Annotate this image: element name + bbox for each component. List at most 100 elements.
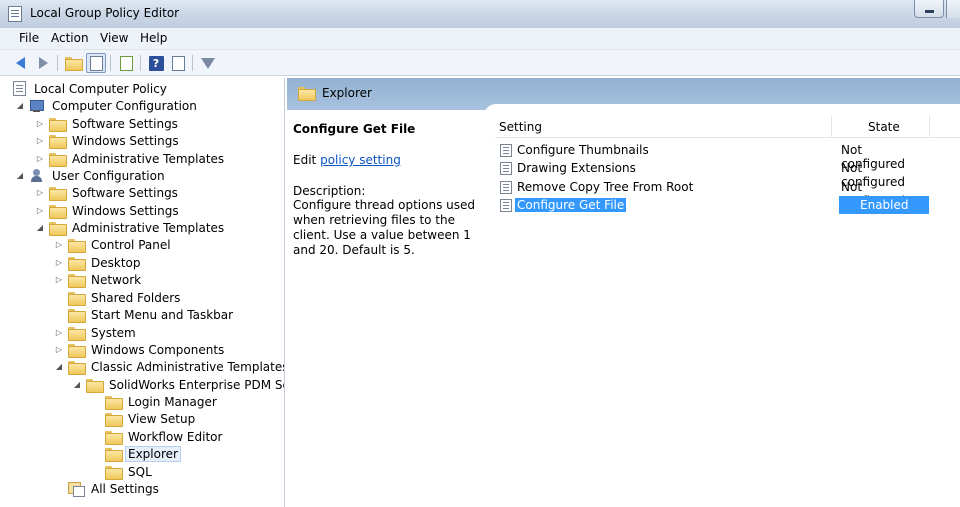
edit-line: Edit policy setting: [293, 153, 487, 167]
forward-icon[interactable]: [33, 53, 53, 73]
expand-arrow-icon[interactable]: ▷: [54, 240, 64, 249]
tree-item-label: Network: [91, 272, 142, 287]
folder-icon: [105, 430, 123, 445]
maximize-button[interactable]: [946, 0, 960, 18]
setting-icon: [500, 180, 512, 194]
tree-item-uc-administrative-templates[interactable]: ◢ Administrative Templates: [35, 219, 227, 236]
show-hide-tree-icon[interactable]: [86, 53, 106, 73]
tree-item-label: Desktop: [91, 255, 141, 270]
menu-file[interactable]: File: [19, 31, 39, 45]
expand-arrow-icon[interactable]: ▷: [54, 345, 64, 354]
column-divider[interactable]: [831, 116, 832, 138]
menu-help[interactable]: Help: [140, 31, 167, 45]
collapse-arrow-icon[interactable]: ◢: [35, 223, 45, 232]
tree-item-user-configuration[interactable]: ◢ User Configuration: [15, 167, 168, 184]
tree-item-windows-components[interactable]: ▷ Windows Components: [54, 341, 227, 358]
list-row[interactable]: Remove Copy Tree From Root Not configure…: [495, 178, 929, 208]
setting-name: Configure Get File: [515, 198, 627, 212]
tree-item-local-computer-policy[interactable]: Local Computer Policy: [13, 80, 170, 97]
folder-icon: [68, 273, 86, 288]
setting-icon: [500, 143, 512, 157]
tree-item-start-menu-taskbar[interactable]: Start Menu and Taskbar: [54, 306, 236, 323]
expand-arrow-icon[interactable]: ▷: [35, 136, 45, 145]
policy-icon: [13, 81, 26, 96]
edit-prefix: Edit: [293, 153, 317, 167]
tree-item-label: Computer Configuration: [52, 98, 197, 113]
minimize-button[interactable]: [914, 0, 944, 18]
list-row[interactable]: Configure Thumbnails Not configured: [495, 141, 929, 171]
collapse-arrow-icon[interactable]: ◢: [15, 171, 25, 180]
tree-item-shared-folders[interactable]: Shared Folders: [54, 289, 183, 306]
tree-item-sql[interactable]: SQL: [91, 463, 155, 480]
tree-item-computer-configuration[interactable]: ◢ Computer Configuration: [15, 97, 200, 114]
tree-item-control-panel[interactable]: ▷ Control Panel: [54, 236, 174, 253]
user-icon: [29, 168, 45, 183]
tree-item-label: Workflow Editor: [128, 429, 223, 444]
tree-item-all-settings[interactable]: All Settings: [54, 480, 162, 497]
column-state[interactable]: State: [868, 120, 900, 134]
collapse-arrow-icon[interactable]: ◢: [72, 380, 82, 389]
tree-item-classic-admin-templates[interactable]: ◢ Classic Administrative Templates (ADM): [54, 358, 284, 375]
tree-item-label: SQL: [128, 464, 152, 479]
tree-item-view-setup[interactable]: View Setup: [91, 410, 198, 427]
all-settings-icon: [68, 481, 85, 497]
tree-item-cc-software-settings[interactable]: ▷ Software Settings: [35, 115, 181, 132]
folder-icon: [68, 238, 86, 253]
policy-setting-link[interactable]: policy setting: [320, 153, 401, 167]
help-icon[interactable]: ?: [146, 53, 166, 73]
details-pane: Explorer Configure Get File Edit policy …: [287, 78, 960, 507]
tree-item-label: Explorer: [125, 445, 181, 462]
header-title: Explorer: [322, 86, 372, 100]
filter-icon[interactable]: [198, 53, 218, 73]
tree-item-solidworks-pdm-settings[interactable]: ◢ SolidWorks Enterprise PDM Settings: [72, 376, 284, 393]
toolbar: ?: [0, 50, 960, 76]
properties-icon[interactable]: [168, 53, 188, 73]
tree-item-network[interactable]: ▷ Network: [54, 271, 144, 288]
list-header: Setting State: [495, 116, 960, 138]
expand-arrow-icon[interactable]: ▷: [35, 188, 45, 197]
tree-pane: Local Computer Policy ◢ Computer Configu…: [9, 78, 285, 507]
toolbar-separator: [110, 55, 111, 71]
folder-icon: [49, 134, 67, 149]
tree-item-label: All Settings: [91, 481, 159, 496]
tree-item-uc-windows-settings[interactable]: ▷ Windows Settings: [35, 202, 182, 219]
tree-item-workflow-editor[interactable]: Workflow Editor: [91, 428, 225, 445]
tree-item-explorer[interactable]: Explorer: [91, 445, 181, 462]
expand-arrow-icon[interactable]: ▷: [54, 275, 64, 284]
tree-item-desktop[interactable]: ▷ Desktop: [54, 254, 144, 271]
column-setting[interactable]: Setting: [499, 120, 542, 134]
tree-item-cc-administrative-templates[interactable]: ▷ Administrative Templates: [35, 150, 227, 167]
tree-item-label: Windows Components: [91, 342, 225, 357]
expand-arrow-icon[interactable]: ▷: [54, 258, 64, 267]
export-list-icon[interactable]: [116, 53, 136, 73]
column-divider[interactable]: [929, 116, 930, 138]
tree-item-label: Windows Settings: [72, 203, 179, 218]
list-row[interactable]: Drawing Extensions Not configured: [495, 159, 929, 189]
tree-item-label: Software Settings: [72, 116, 178, 131]
back-icon[interactable]: [10, 53, 30, 73]
tree-item-label: Administrative Templates: [72, 151, 225, 166]
tree-item-uc-software-settings[interactable]: ▷ Software Settings: [35, 184, 181, 201]
folder-icon: [49, 204, 67, 219]
expand-arrow-icon[interactable]: ▷: [54, 328, 64, 337]
tree-item-login-manager[interactable]: Login Manager: [91, 393, 220, 410]
description-pane: Configure Get File Edit policy setting D…: [287, 114, 487, 507]
title-bar: Local Group Policy Editor: [0, 0, 960, 28]
tree-item-label: Software Settings: [72, 185, 178, 200]
expand-arrow-icon[interactable]: ▷: [35, 119, 45, 128]
collapse-arrow-icon[interactable]: ◢: [15, 101, 25, 110]
tree-item-cc-windows-settings[interactable]: ▷ Windows Settings: [35, 132, 182, 149]
list-row-selected[interactable]: Configure Get File Enabled: [495, 196, 929, 214]
expand-arrow-icon[interactable]: ▷: [35, 154, 45, 163]
folder-icon: [105, 447, 123, 462]
settings-list: Setting State Configure Thumbnails Not c…: [495, 116, 960, 507]
folder-icon: [68, 343, 86, 358]
up-folder-icon[interactable]: [63, 53, 83, 73]
tree-item-system[interactable]: ▷ System: [54, 324, 139, 341]
menu-view[interactable]: View: [100, 31, 128, 45]
tree-item-label: User Configuration: [52, 168, 165, 183]
setting-state: Enabled: [860, 198, 909, 212]
menu-action[interactable]: Action: [51, 31, 89, 45]
collapse-arrow-icon[interactable]: ◢: [54, 362, 64, 371]
expand-arrow-icon[interactable]: ▷: [35, 206, 45, 215]
